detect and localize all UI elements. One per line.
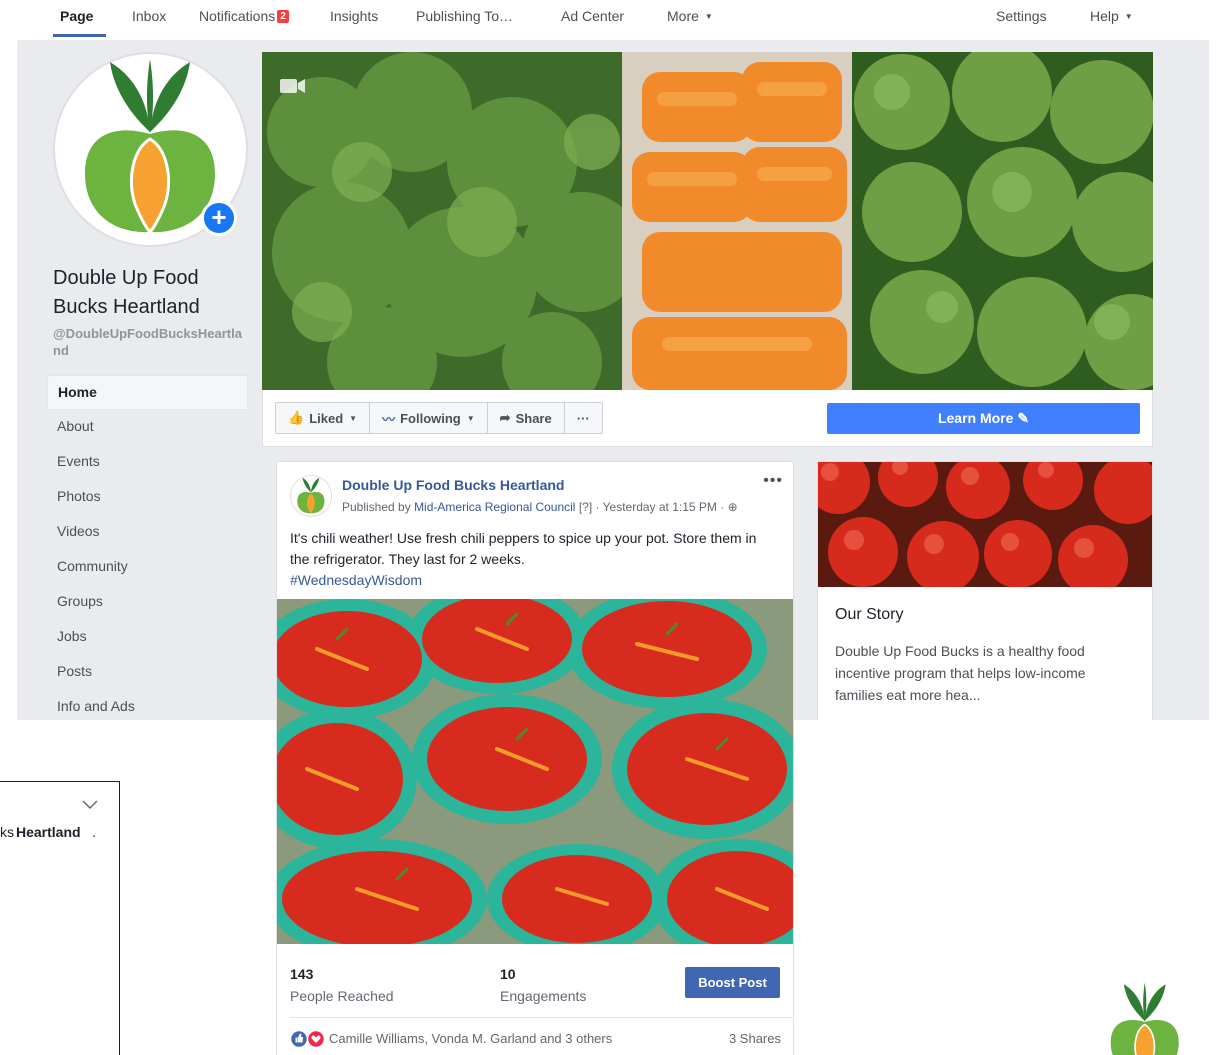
double-up-logo-icon bbox=[1110, 982, 1179, 1055]
top-nav: Page Inbox Notifications 2 Insights Publi… bbox=[0, 0, 1221, 38]
learn-more-label: Learn More bbox=[937, 410, 1014, 426]
corner-logo bbox=[1095, 970, 1195, 1055]
add-photo-button[interactable]: + bbox=[201, 200, 237, 236]
page-title: Double Up Food Bucks Heartland bbox=[53, 267, 200, 318]
post-meta: Published by Mid-America Regional Counci… bbox=[342, 500, 738, 514]
post-author-link[interactable]: Double Up Food Bucks Heartland bbox=[342, 477, 564, 493]
share-label: Share bbox=[515, 410, 552, 426]
sidebar-item-home[interactable]: Home bbox=[47, 375, 248, 410]
people-reached-label: People Reached bbox=[290, 988, 394, 1004]
post-options-button[interactable]: ••• bbox=[763, 472, 783, 490]
cover-image bbox=[262, 52, 1153, 390]
caret-down-icon: ▼ bbox=[349, 413, 358, 423]
caret-down-icon: ▼ bbox=[466, 413, 475, 423]
video-camera-icon bbox=[280, 79, 305, 93]
thumbs-up-icon: 👍 bbox=[288, 410, 305, 425]
chevron-down-icon[interactable] bbox=[82, 800, 98, 810]
help-marker[interactable]: [?] bbox=[579, 500, 592, 514]
post-text: It's chili weather! Use fresh chili pepp… bbox=[290, 528, 770, 591]
our-story-card: Our Story Double Up Food Bucks is a heal… bbox=[817, 461, 1153, 720]
tab-ad-center[interactable]: Ad Center bbox=[561, 8, 624, 24]
engagements-label: Engagements bbox=[500, 988, 587, 1004]
sidebar-item-photos[interactable]: Photos bbox=[47, 480, 248, 515]
sidebar-item-jobs[interactable]: Jobs bbox=[47, 620, 248, 655]
reaction-icons bbox=[290, 1029, 326, 1049]
sidebar-item-about[interactable]: About bbox=[47, 410, 248, 445]
caret-down-icon: ▼ bbox=[1124, 12, 1133, 21]
post-image[interactable] bbox=[277, 599, 793, 944]
tab-publishing-tools[interactable]: Publishing To… bbox=[416, 8, 513, 24]
tab-help-label: Help bbox=[1090, 8, 1119, 24]
notification-badge: 2 bbox=[277, 10, 289, 23]
rss-icon: 〰 bbox=[382, 411, 396, 427]
engagements-value: 10 bbox=[500, 966, 516, 982]
post-card: Double Up Food Bucks Heartland Published… bbox=[276, 461, 794, 1055]
page-handle[interactable]: @DoubleUpFoodBucksHeartland bbox=[53, 325, 248, 359]
reactions-row: Camille Williams, Vonda M. Garland and 3… bbox=[290, 1017, 793, 1055]
following-label: Following bbox=[400, 410, 461, 426]
story-image[interactable] bbox=[818, 462, 1152, 587]
sidebar-item-groups[interactable]: Groups bbox=[47, 585, 248, 620]
sidebar-item-events[interactable]: Events bbox=[47, 445, 248, 480]
share-button[interactable]: ➦ Share bbox=[488, 403, 565, 433]
cover-photo[interactable] bbox=[262, 52, 1153, 390]
published-by-label: Published by bbox=[342, 500, 411, 514]
post-stats: 143 People Reached 10 Engagements Boost … bbox=[277, 957, 793, 1017]
shares-count[interactable]: 3 Shares bbox=[729, 1031, 781, 1046]
sidebar-item-community[interactable]: Community bbox=[47, 550, 248, 585]
page-action-bar: 👍 Liked ▼ 〰 Following ▼ ➦ Share ··· Lear… bbox=[262, 390, 1153, 447]
tab-settings[interactable]: Settings bbox=[996, 8, 1047, 24]
tab-notifications[interactable]: Notifications 2 bbox=[199, 8, 289, 24]
popup-text-suffix: . bbox=[92, 824, 96, 840]
sidebar-item-info-and-ads[interactable]: Info and Ads bbox=[47, 690, 248, 725]
boost-post-button[interactable]: Boost Post bbox=[685, 967, 780, 998]
tab-help[interactable]: Help ▼ bbox=[1090, 8, 1133, 24]
notification-popup: ks Heartland . bbox=[0, 781, 120, 1055]
liked-label: Liked bbox=[309, 410, 344, 426]
more-dots-icon: ··· bbox=[576, 410, 590, 426]
globe-icon: ⊕ bbox=[727, 500, 738, 514]
page-action-buttons: 👍 Liked ▼ 〰 Following ▼ ➦ Share ··· bbox=[275, 402, 603, 434]
more-options-button[interactable]: ··· bbox=[565, 403, 602, 433]
active-tab-indicator bbox=[53, 34, 106, 37]
reaction-names[interactable]: Camille Williams, Vonda M. Garland and 3… bbox=[329, 1031, 612, 1046]
publisher-link[interactable]: Mid-America Regional Council bbox=[414, 500, 575, 514]
tab-insights[interactable]: Insights bbox=[330, 8, 378, 24]
post-timestamp[interactable]: · Yesterday at 1:15 PM · bbox=[596, 500, 725, 514]
tab-more[interactable]: More ▼ bbox=[667, 8, 713, 24]
learn-more-button[interactable]: Learn More ✎ bbox=[827, 403, 1140, 434]
post-body: It's chili weather! Use fresh chili pepp… bbox=[290, 530, 757, 567]
story-text[interactable]: Double Up Food Bucks is a healthy food i… bbox=[835, 640, 1135, 706]
hashtag-link[interactable]: #WednesdayWisdom bbox=[290, 572, 422, 588]
popup-text-prefix: ks bbox=[0, 824, 14, 840]
people-reached-value: 143 bbox=[290, 966, 314, 982]
story-title: Our Story bbox=[835, 606, 904, 623]
pencil-icon: ✎ bbox=[1017, 410, 1030, 426]
post-avatar[interactable] bbox=[290, 475, 332, 517]
tab-page[interactable]: Page bbox=[60, 8, 93, 24]
chili-peppers-image bbox=[277, 599, 793, 944]
tab-more-label: More bbox=[667, 8, 699, 24]
sidebar-nav: Home About Events Photos Videos Communit… bbox=[47, 375, 248, 725]
liked-button[interactable]: 👍 Liked ▼ bbox=[276, 403, 371, 433]
tab-notifications-label: Notifications bbox=[199, 8, 276, 24]
share-arrow-icon: ➦ bbox=[499, 410, 511, 425]
double-up-logo-icon bbox=[297, 477, 325, 514]
sidebar-item-videos[interactable]: Videos bbox=[47, 515, 248, 550]
caret-down-icon: ▼ bbox=[704, 12, 713, 21]
popup-text-bold: Heartland bbox=[16, 824, 81, 840]
tomatoes-image bbox=[818, 462, 1152, 587]
following-button[interactable]: 〰 Following ▼ bbox=[370, 403, 488, 433]
tab-inbox[interactable]: Inbox bbox=[132, 8, 166, 24]
sidebar-item-posts[interactable]: Posts bbox=[47, 655, 248, 690]
